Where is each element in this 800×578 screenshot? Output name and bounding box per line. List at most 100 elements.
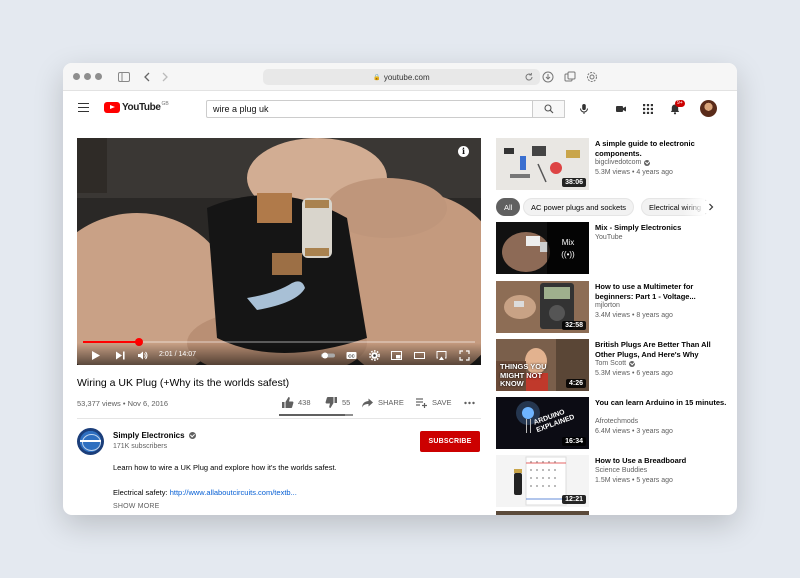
channel-name: Simply Electronics xyxy=(113,431,185,440)
video-thumbnail[interactable]: 12:21 xyxy=(496,455,589,507)
subscribe-button[interactable]: SUBSCRIBE xyxy=(420,431,480,452)
subscriber-count: 171K subscribers xyxy=(113,443,168,450)
recommendation-meta: 3.4M views • 8 years ago xyxy=(595,312,673,319)
chip-all[interactable]: All xyxy=(496,198,521,216)
video-thumbnail[interactable] xyxy=(496,511,589,515)
user-avatar[interactable] xyxy=(700,100,717,117)
next-icon[interactable] xyxy=(114,349,126,361)
youtube-play-logo-icon xyxy=(104,102,120,113)
recommendation-item[interactable]: THINGS YOU MIGHT NOT KNOW 4:26 British P… xyxy=(496,339,731,391)
mix-overlay: Mix ((•)) xyxy=(547,222,589,274)
description-link-line: Electrical safety: http://www.allaboutci… xyxy=(113,488,297,497)
recommendation-title[interactable]: You can learn Arduino in 15 minutes. xyxy=(595,398,729,408)
video-thumbnail[interactable]: THINGS YOU MIGHT NOT KNOW 4:26 xyxy=(496,339,589,391)
youtube-logo[interactable]: YouTube GB xyxy=(104,101,169,113)
apps-grid-icon[interactable] xyxy=(641,102,655,116)
tabs-overview-icon[interactable] xyxy=(563,70,577,84)
search-input[interactable]: wire a plug uk xyxy=(206,100,533,118)
minimize-window-dot[interactable] xyxy=(84,73,91,80)
recommendation-item[interactable]: 38:06 A simple guide to electronic compo… xyxy=(496,138,731,190)
recommendation-item[interactable]: 32:58 How to use a Multimeter for beginn… xyxy=(496,281,731,333)
recommendation-title[interactable]: Mix - Simply Electronics xyxy=(595,223,729,233)
create-video-icon[interactable] xyxy=(614,102,628,116)
description-link-prefix: Electrical safety: xyxy=(113,488,170,497)
info-icon[interactable]: i xyxy=(458,146,469,157)
recommendation-channel: bigclivedotcom xyxy=(595,159,642,166)
playlist-add-icon xyxy=(416,397,427,408)
share-label: SHARE xyxy=(378,397,404,407)
more-actions-button[interactable] xyxy=(463,395,480,409)
video-thumbnail[interactable]: ARDUINO EXPLAINED 16:34 xyxy=(496,397,589,449)
url-text: youtube.com xyxy=(383,72,430,82)
dislike-button[interactable]: 55 xyxy=(325,395,350,409)
menu-icon[interactable] xyxy=(78,103,89,112)
channel-name-row[interactable]: Simply Electronics xyxy=(113,431,196,440)
youtube-header: YouTube GB wire a plug uk 9+ xyxy=(63,92,737,124)
video-thumbnail[interactable]: 38:06 xyxy=(496,138,589,190)
like-ratio-fill xyxy=(279,414,345,416)
share-button[interactable]: SHARE xyxy=(361,395,404,409)
captions-icon[interactable]: CC xyxy=(345,349,357,361)
recommendation-item[interactable]: Mix ((•)) Mix - Simply Electronics YouTu… xyxy=(496,222,731,274)
play-icon[interactable] xyxy=(89,349,101,361)
like-button[interactable]: 438 xyxy=(281,395,311,409)
channel-avatar[interactable] xyxy=(77,428,104,455)
chip-ac-power-plugs[interactable]: AC power plugs and sockets xyxy=(523,198,635,216)
recommendation-channel: Science Buddies xyxy=(595,467,648,474)
recommendation-meta: 6.4M views • 3 years ago xyxy=(595,428,673,435)
zoom-window-dot[interactable] xyxy=(95,73,102,80)
recommendation-title[interactable]: British Plugs Are Better Than All Other … xyxy=(595,340,729,359)
description-line: Learn how to wire a UK Plug and explore … xyxy=(113,463,337,472)
recommendation-item[interactable]: 12:21 How to Use a Breadboard Science Bu… xyxy=(496,455,731,507)
video-duration: 12:21 xyxy=(562,495,586,504)
video-thumbnail[interactable]: Mix ((•)) xyxy=(496,222,589,274)
recommendation-channel-row: Science Buddies xyxy=(595,467,647,474)
close-window-dot[interactable] xyxy=(73,73,80,80)
sidebar-toggle-icon[interactable] xyxy=(117,70,131,84)
recommendation-channel-row: bigclivedotcom xyxy=(595,159,651,166)
thumbs-up-icon xyxy=(282,396,294,408)
like-ratio-bar xyxy=(279,414,353,416)
save-label: SAVE xyxy=(432,397,452,407)
recommendation-channel-row: Tom Scott xyxy=(595,360,636,367)
back-icon[interactable] xyxy=(140,70,154,84)
recommendation-meta: 5.3M views • 4 years ago xyxy=(595,169,673,176)
player-controls: 2:01 / 14:07 CC xyxy=(77,343,481,365)
browser-window: 🔒 youtube.com YouTube GB wire a plug uk xyxy=(63,63,737,515)
settings-icon[interactable] xyxy=(368,349,380,361)
browser-toolbar: 🔒 youtube.com xyxy=(63,63,737,91)
theater-mode-icon[interactable] xyxy=(413,349,425,361)
recommendation-title[interactable]: A simple guide to electronic components. xyxy=(595,139,729,158)
description-link[interactable]: http://www.allaboutcircuits.com/textb... xyxy=(170,488,297,497)
autoplay-toggle[interactable] xyxy=(320,349,336,361)
recommendation-channel: Afrotechmods xyxy=(595,418,639,425)
time-display: 2:01 / 14:07 xyxy=(159,351,196,358)
dislike-count: 55 xyxy=(342,397,351,407)
recommendation-channel: YouTube xyxy=(595,234,623,241)
address-bar[interactable]: 🔒 youtube.com xyxy=(263,69,540,85)
verified-check-icon xyxy=(644,159,651,166)
chevron-right-icon[interactable] xyxy=(705,201,717,213)
settings-gear-icon[interactable] xyxy=(585,70,599,84)
notification-count-badge: 9+ xyxy=(675,100,685,107)
recommendation-item[interactable] xyxy=(496,511,731,515)
microphone-icon[interactable] xyxy=(577,102,591,116)
show-more-button[interactable]: SHOW MORE xyxy=(113,503,160,510)
recommendation-item[interactable]: ARDUINO EXPLAINED 16:34 You can learn Ar… xyxy=(496,397,731,449)
reload-icon[interactable] xyxy=(524,72,534,82)
video-player[interactable]: i 2:01 / 14:07 CC xyxy=(77,138,481,365)
airplay-icon[interactable] xyxy=(435,349,447,361)
miniplayer-icon[interactable] xyxy=(390,349,402,361)
recommendation-title[interactable]: How to Use a Breadboard xyxy=(595,456,729,466)
search-button[interactable] xyxy=(533,100,565,118)
volume-icon[interactable] xyxy=(136,349,148,361)
download-icon[interactable] xyxy=(541,70,555,84)
recommendation-meta: 5.3M views • 6 years ago xyxy=(595,370,673,377)
fullscreen-icon[interactable] xyxy=(458,349,470,361)
forward-icon[interactable] xyxy=(158,70,172,84)
video-thumbnail[interactable]: 32:58 xyxy=(496,281,589,333)
recommendation-title[interactable]: How to use a Multimeter for beginners: P… xyxy=(595,282,729,301)
save-button[interactable]: SAVE xyxy=(415,395,451,409)
divider xyxy=(77,418,481,419)
recommendation-channel: mjlorton xyxy=(595,302,620,309)
